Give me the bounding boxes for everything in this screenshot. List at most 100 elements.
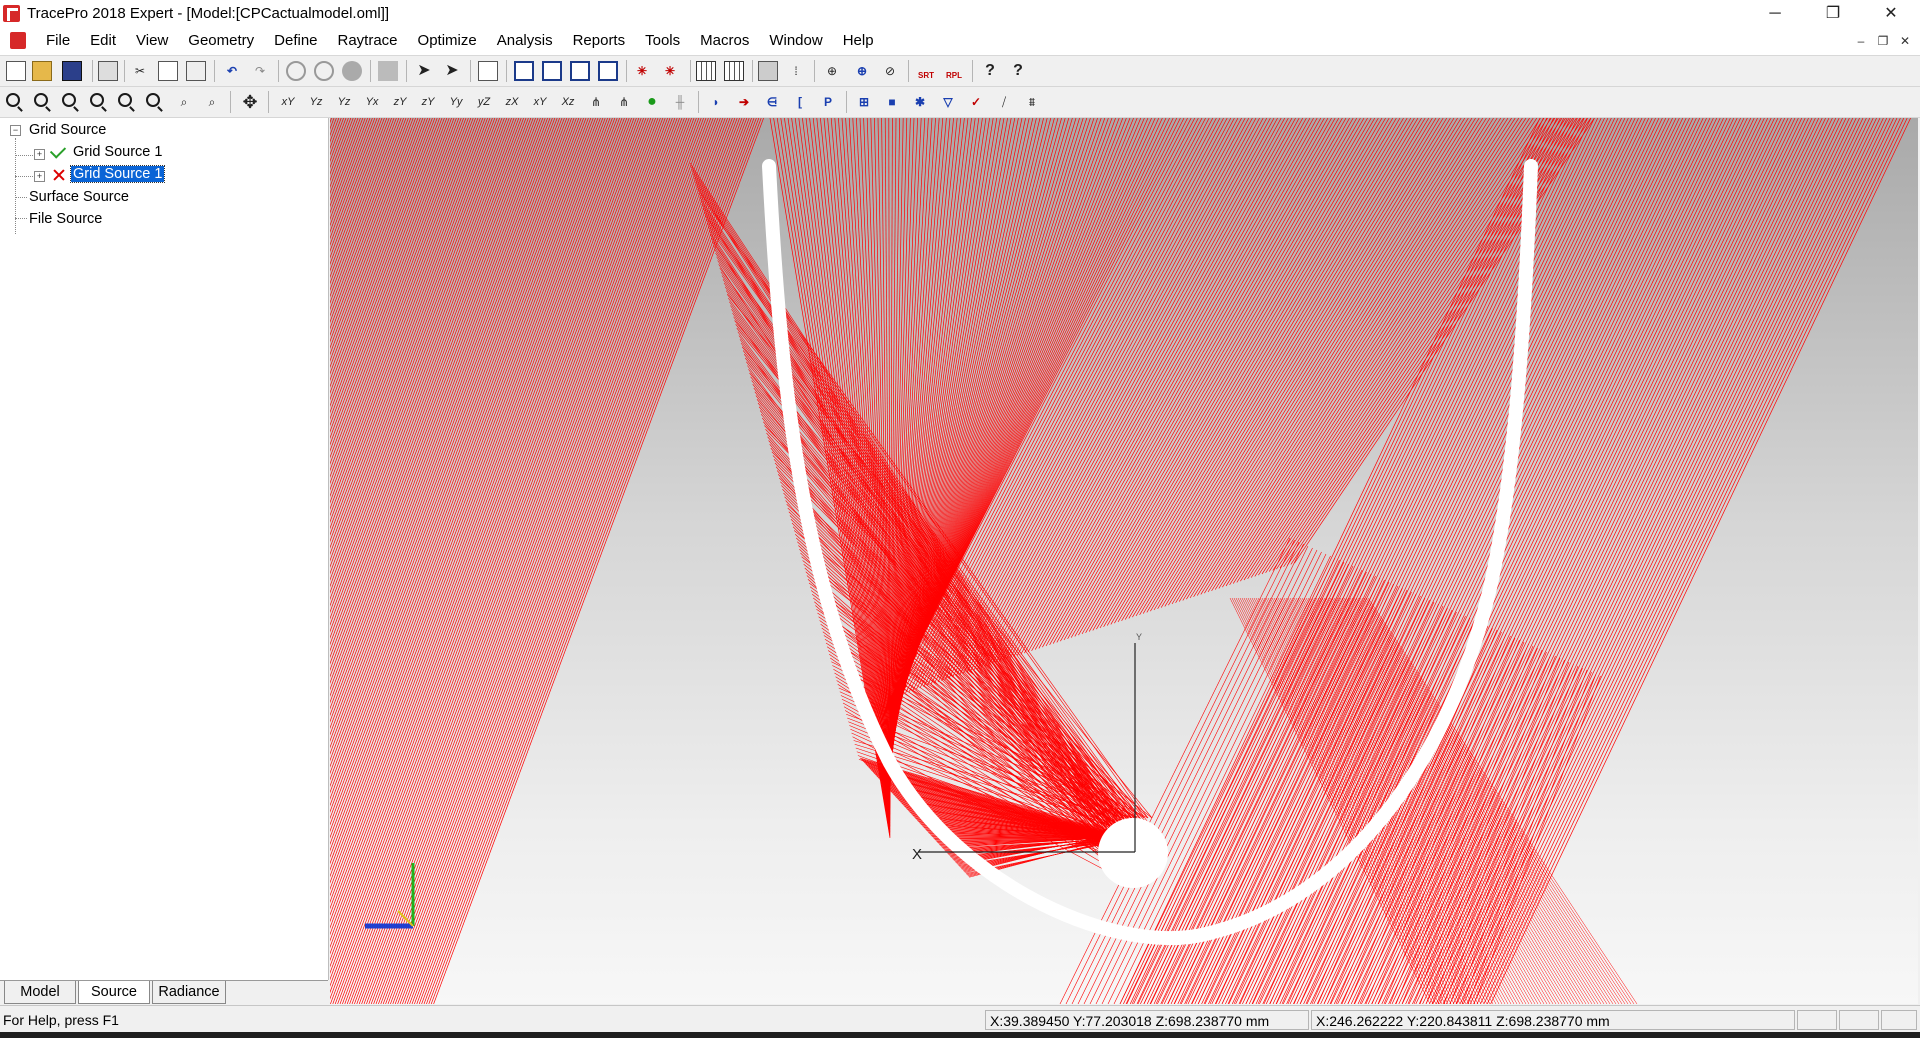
ray-bracket-icon[interactable]: [	[790, 92, 810, 112]
ray-table-icon[interactable]	[724, 61, 744, 81]
menu-analysis[interactable]: Analysis	[487, 32, 563, 49]
tree-root-expander[interactable]: −	[10, 125, 21, 136]
selected-tree-label[interactable]: Grid Source 1	[69, 165, 166, 183]
ray-direction-icon[interactable]: ➔	[734, 92, 754, 112]
view-zy-icon[interactable]: zY	[390, 92, 410, 112]
zoom-all-icon[interactable]	[90, 93, 104, 107]
tab-model[interactable]: Model	[4, 981, 76, 1004]
move-object-icon[interactable]	[378, 61, 398, 81]
receiver-tube[interactable]	[1098, 818, 1168, 888]
document-icon[interactable]	[10, 32, 26, 49]
zoom-previous-icon[interactable]	[146, 93, 160, 107]
view-zx-icon[interactable]: zX	[502, 92, 522, 112]
zoom-fit-icon[interactable]: ⌕	[174, 92, 194, 112]
ray-fan-icon[interactable]: ⋳	[762, 92, 782, 112]
menu-tools[interactable]: Tools	[635, 32, 690, 49]
view-yy-icon[interactable]: Yy	[446, 92, 466, 112]
open-folder-icon[interactable]	[32, 61, 52, 81]
tree-item-grid-source-1[interactable]: Grid Source 1	[73, 142, 162, 162]
irradiance-map-icon[interactable]	[758, 61, 778, 81]
mdi-restore-button[interactable]: ❐	[1872, 32, 1894, 50]
polar-plot-icon[interactable]: ⊘	[880, 61, 900, 81]
tree-item-file-source[interactable]: File Source	[29, 209, 102, 229]
menu-file[interactable]: File	[36, 32, 80, 49]
restore-button[interactable]: ❐	[1804, 0, 1862, 28]
tracepro-app-icon[interactable]	[3, 5, 20, 22]
menu-raytrace[interactable]: Raytrace	[328, 32, 408, 49]
view-iso-alt-icon[interactable]: ⋔	[614, 92, 634, 112]
ruler-icon[interactable]: ⧸	[994, 92, 1014, 112]
properties-icon[interactable]	[478, 61, 498, 81]
pan-icon[interactable]: ✥	[240, 92, 260, 112]
mdi-close-button[interactable]: ✕	[1894, 32, 1916, 50]
wireframe-icon[interactable]: ◗	[706, 92, 726, 112]
candela-plot-icon[interactable]: ⁞	[786, 61, 806, 81]
source-display-icon[interactable]: ⊕	[822, 61, 842, 81]
menu-window[interactable]: Window	[759, 32, 832, 49]
close-button[interactable]: ✕	[1862, 0, 1920, 28]
single-view-icon[interactable]	[514, 61, 534, 81]
boolean-intersect-icon[interactable]	[342, 61, 362, 81]
ray-sort-rpl-icon[interactable]: RPL	[944, 61, 964, 81]
help-icon[interactable]: ?	[980, 61, 1000, 81]
silhouette-icon[interactable]: ╫	[670, 92, 690, 112]
tree-item-grid-source-1-selected[interactable]: Grid Source 1	[69, 164, 166, 184]
menu-view[interactable]: View	[126, 32, 178, 49]
menu-optimize[interactable]: Optimize	[408, 32, 487, 49]
view-yz-alt-icon[interactable]: yZ	[474, 92, 494, 112]
boolean-subtract-icon[interactable]	[314, 61, 334, 81]
select-arrow-icon[interactable]: ➤	[414, 61, 434, 81]
cascade-icon[interactable]	[542, 61, 562, 81]
menu-reports[interactable]: Reports	[563, 32, 636, 49]
tab-radiance[interactable]: Radiance	[152, 981, 226, 1004]
check-tool-icon[interactable]: ✓	[966, 92, 986, 112]
grid-display-icon[interactable]: ⊞	[854, 92, 874, 112]
solid-display-icon[interactable]: ■	[882, 92, 902, 112]
zoom-window-icon[interactable]	[62, 93, 76, 107]
menu-help[interactable]: Help	[833, 32, 884, 49]
view-iso-icon[interactable]: ⋔	[586, 92, 606, 112]
tile-vertical-icon[interactable]	[598, 61, 618, 81]
zoom-in-icon[interactable]	[6, 93, 20, 107]
undo-icon[interactable]: ↶	[222, 61, 242, 81]
boolean-union-icon[interactable]	[286, 61, 306, 81]
select-surface-icon[interactable]: ➤	[442, 61, 462, 81]
trace-rays-icon[interactable]: ✳	[632, 61, 652, 81]
tree-item-surface-source[interactable]: Surface Source	[29, 187, 129, 207]
view-xy-icon[interactable]: xY	[278, 92, 298, 112]
zoom-extents-icon[interactable]: ⌕	[202, 92, 222, 112]
node-display-icon[interactable]: ✱	[910, 92, 930, 112]
tree-child-expander-2[interactable]: +	[34, 171, 45, 182]
tree-child-expander-1[interactable]: +	[34, 149, 45, 160]
view-xz-icon[interactable]: Xz	[558, 92, 578, 112]
p-tool-icon[interactable]: P	[818, 92, 838, 112]
view-zy-reverse-icon[interactable]: zY	[418, 92, 438, 112]
zoom-out-icon[interactable]	[34, 93, 48, 107]
ray-sort-icon[interactable]: ⊕	[852, 61, 872, 81]
zoom-selected-icon[interactable]	[118, 93, 132, 107]
paste-icon[interactable]	[186, 61, 206, 81]
redo-icon[interactable]: ↷	[250, 61, 270, 81]
trace-rays-rev-icon[interactable]: ✳	[660, 61, 680, 81]
menu-macros[interactable]: Macros	[690, 32, 759, 49]
view-yz-icon[interactable]: Yz	[306, 92, 326, 112]
copy-icon[interactable]	[158, 61, 178, 81]
tab-source[interactable]: Source	[78, 981, 150, 1004]
measure-icon[interactable]: ⩩	[1022, 92, 1042, 112]
new-file-icon[interactable]	[6, 61, 26, 81]
render-icon[interactable]: ●	[642, 92, 662, 112]
grid-icon[interactable]	[696, 61, 716, 81]
view-yx-icon[interactable]: Yx	[362, 92, 382, 112]
cut-icon[interactable]: ✂	[130, 61, 150, 81]
print-icon[interactable]	[98, 61, 118, 81]
context-help-icon[interactable]: ?	[1008, 61, 1028, 81]
menu-define[interactable]: Define	[264, 32, 327, 49]
ray-trace-scene[interactable]: X Y	[330, 118, 1918, 1004]
mdi-minimize-button[interactable]: –	[1850, 32, 1872, 50]
tree-item-grid-source[interactable]: Grid Source	[29, 120, 106, 140]
model-viewport[interactable]: X Y	[330, 118, 1918, 1004]
menu-geometry[interactable]: Geometry	[178, 32, 264, 49]
menu-edit[interactable]: Edit	[80, 32, 126, 49]
ray-sort-srt-icon[interactable]: SRT	[916, 61, 936, 81]
save-icon[interactable]	[62, 61, 82, 81]
